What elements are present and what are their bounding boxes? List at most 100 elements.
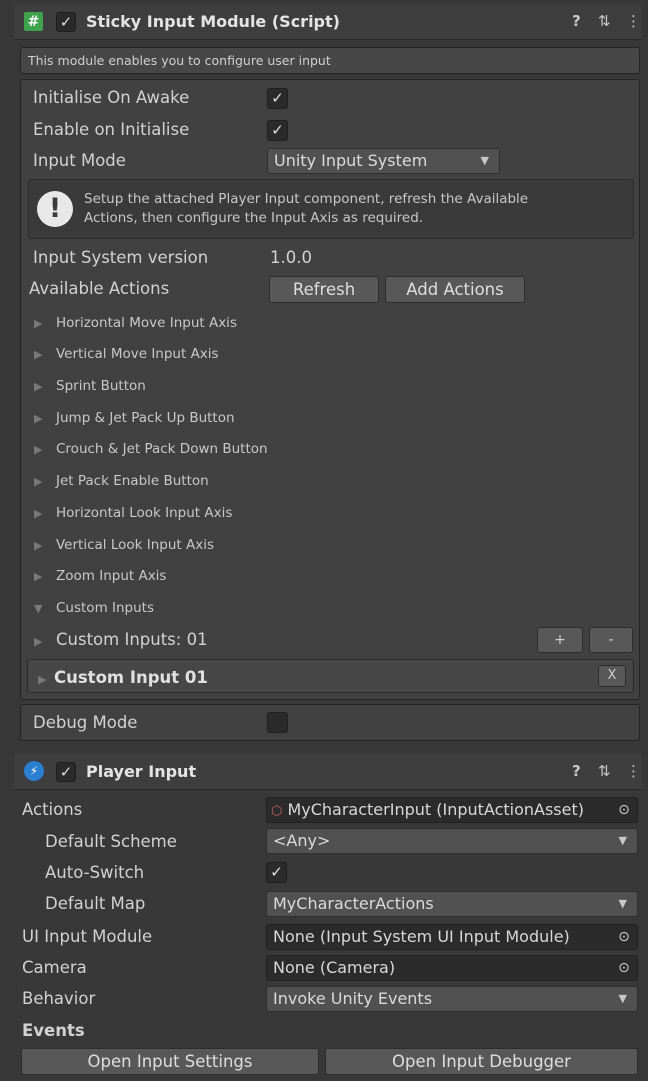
more-options-icon[interactable]: ⋮ [626,762,641,780]
auto-switch-checkbox[interactable]: ✓ [266,862,287,883]
default-map-label: Default Map [45,894,146,913]
input-action-asset-icon: ⬡ [271,804,283,819]
input-system-version-label: Input System version [33,248,209,267]
foldout-vertical-move-input-axis[interactable]: ▶ Vertical Move Input Axis [34,346,219,362]
open-input-debugger-button[interactable]: Open Input Debugger [325,1048,638,1075]
default-scheme-label: Default Scheme [45,832,177,851]
foldout-jet-pack-enable-button[interactable]: ▶ Jet Pack Enable Button [34,473,209,489]
foldout-label: Crouch & Jet Pack Down Button [56,441,268,457]
delete-custom-input-button[interactable]: X [598,665,626,687]
camera-label: Camera [22,958,87,977]
component-enabled-checkbox[interactable]: ✓ [56,762,76,782]
events-label[interactable]: Events [22,1021,85,1040]
custom-inputs-count-label: Custom Inputs: 01 [56,630,208,649]
lightning-icon: ⚡ [24,761,44,781]
foldout-crouch-jet-pack-down-button[interactable]: ▶ Crouch & Jet Pack Down Button [34,441,268,457]
ui-input-module-field[interactable]: None (Input System UI Input Module) ⊙ [266,924,638,950]
more-options-icon[interactable]: ⋮ [626,12,641,30]
initialise-on-awake-checkbox[interactable]: ✓ [267,88,288,109]
default-scheme-value: <Any> [273,831,331,850]
info-help-box: ! Setup the attached Player Input compon… [28,179,634,239]
actions-label: Actions [22,800,83,819]
help-icon[interactable]: ? [572,12,581,30]
remove-custom-input-button[interactable]: - [589,627,633,653]
add-custom-input-button[interactable]: + [537,627,583,653]
triangle-right-icon: ▶ [34,475,43,488]
chevron-down-icon: ▼ [618,897,627,910]
foldout-label: Jet Pack Enable Button [56,473,209,489]
behavior-value: Invoke Unity Events [273,989,433,1008]
component-enabled-checkbox[interactable]: ✓ [56,12,76,32]
chevron-down-icon: ▼ [618,834,627,847]
default-scheme-dropdown[interactable]: <Any> ▼ [266,828,638,854]
info-icon: ! [37,191,73,227]
default-map-value: MyCharacterActions [273,894,434,913]
object-picker-icon[interactable]: ⊙ [611,956,637,980]
info-text: Setup the attached Player Input componen… [84,190,528,228]
enable-on-initialise-label: Enable on Initialise [33,120,190,139]
input-system-version-value: 1.0.0 [270,248,312,267]
add-actions-button[interactable]: Add Actions [385,276,525,303]
default-map-dropdown[interactable]: MyCharacterActions ▼ [266,891,638,917]
debug-mode-label: Debug Mode [33,713,138,732]
triangle-right-icon: ▶ [34,348,43,361]
triangle-right-icon: ▶ [38,673,47,686]
foldout-horizontal-move-input-axis[interactable]: ▶ Horizontal Move Input Axis [34,315,237,331]
foldout-label: Vertical Look Input Axis [56,537,214,553]
presets-icon[interactable]: ⇅ [598,762,611,780]
actions-asset-field[interactable]: ⬡ MyCharacterInput (InputActionAsset) ⊙ [266,797,638,823]
foldout-horizontal-look-input-axis[interactable]: ▶ Horizontal Look Input Axis [34,505,232,521]
behavior-label: Behavior [22,989,96,1008]
triangle-right-icon: ▶ [34,635,43,648]
initialise-on-awake-label: Initialise On Awake [33,88,190,107]
input-mode-label: Input Mode [33,151,126,170]
foldout-label: Zoom Input Axis [56,568,167,584]
player-input-header[interactable]: ⚡ ✓ Player Input ? ⇅ ⋮ [14,754,642,790]
auto-switch-label: Auto-Switch [45,863,145,882]
foldout-label: Custom Inputs [56,600,155,616]
foldout-label: Sprint Button [56,378,146,394]
component-title: Player Input [86,762,197,781]
component-title: Sticky Input Module (Script) [86,12,340,31]
foldout-label: Horizontal Look Input Axis [56,505,233,521]
camera-field[interactable]: None (Camera) ⊙ [266,955,638,981]
help-icon[interactable]: ? [572,762,581,780]
foldout-label: Horizontal Move Input Axis [56,315,237,331]
custom-input-01-label: Custom Input 01 [54,668,208,687]
foldout-vertical-look-input-axis[interactable]: ▶ Vertical Look Input Axis [34,537,214,553]
input-mode-value: Unity Input System [274,151,428,170]
enable-on-initialise-checkbox[interactable]: ✓ [267,120,288,141]
foldout-sprint-button[interactable]: ▶ Sprint Button [34,378,146,394]
ui-input-module-value: None (Input System UI Input Module) [273,927,570,946]
foldout-label: Jump & Jet Pack Up Button [56,410,235,426]
open-input-settings-button[interactable]: Open Input Settings [21,1048,319,1075]
input-mode-dropdown[interactable]: Unity Input System ▼ [267,148,500,174]
script-icon: # [24,12,43,31]
ui-input-module-label: UI Input Module [22,927,153,946]
triangle-right-icon: ▶ [34,570,43,583]
actions-asset-value: MyCharacterInput (InputActionAsset) [287,800,584,819]
custom-inputs-count-foldout[interactable]: ▶ Custom Inputs: 01 [34,630,208,649]
object-picker-icon[interactable]: ⊙ [611,925,637,949]
foldout-custom-inputs[interactable]: ▼ Custom Inputs [34,600,154,616]
foldout-jump-jet-pack-up-button[interactable]: ▶ Jump & Jet Pack Up Button [34,410,235,426]
sticky-input-module-header[interactable]: # ✓ Sticky Input Module (Script) ? ⇅ ⋮ [14,4,642,40]
presets-icon[interactable]: ⇅ [598,12,611,30]
chevron-down-icon: ▼ [480,154,489,167]
chevron-down-icon: ▼ [618,992,627,1005]
refresh-button[interactable]: Refresh [269,276,379,303]
custom-input-01-row[interactable]: ▶ Custom Input 01 X [27,659,634,693]
triangle-right-icon: ▶ [34,539,43,552]
custom-input-01-foldout[interactable]: ▶ Custom Input 01 [38,668,208,687]
object-picker-icon[interactable]: ⊙ [611,798,637,822]
debug-mode-checkbox[interactable] [267,712,288,733]
camera-value: None (Camera) [273,958,396,977]
foldout-label: Vertical Move Input Axis [56,346,219,362]
triangle-right-icon: ▶ [34,507,43,520]
triangle-right-icon: ▶ [34,380,43,393]
available-actions-label: Available Actions [29,279,170,298]
behavior-dropdown[interactable]: Invoke Unity Events ▼ [266,986,638,1012]
module-description: This module enables you to configure use… [20,47,640,74]
info-text-line-2: Actions, then configure the Input Axis a… [84,210,424,226]
foldout-zoom-input-axis[interactable]: ▶ Zoom Input Axis [34,568,166,584]
